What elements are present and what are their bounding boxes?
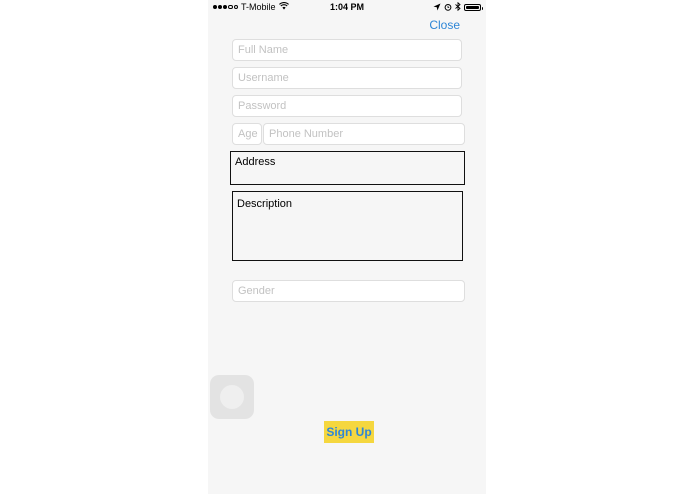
status-bar: T-Mobile 1:04 PM [208,0,486,14]
bluetooth-icon [455,1,461,13]
username-placeholder: Username [238,72,289,84]
address-label: Address [235,156,276,168]
address-field[interactable]: Address [230,151,465,185]
gender-placeholder: Gender [238,285,275,297]
status-right [433,1,483,13]
username-input[interactable]: Username [232,67,462,89]
description-label: Description [237,198,293,210]
close-button[interactable]: Close [429,18,460,32]
description-field[interactable]: Description [232,191,463,261]
gender-input[interactable]: Gender [232,280,465,302]
assistive-touch-icon[interactable] [210,375,254,419]
phone-number-placeholder: Phone Number [269,128,343,140]
full-name-placeholder: Full Name [238,44,289,56]
full-name-input[interactable]: Full Name [232,39,462,61]
sign-up-button[interactable]: Sign Up [324,421,374,443]
assistive-touch-knob [220,385,244,409]
password-input[interactable]: Password [232,95,462,117]
password-placeholder: Password [238,100,287,112]
location-icon [433,3,441,13]
alarm-icon [444,3,452,13]
age-input[interactable]: Age [232,123,262,145]
battery-icon [464,4,483,11]
phone-screen: T-Mobile 1:04 PM Close Full Name Usernam… [208,0,486,494]
age-placeholder: Age [238,128,258,140]
phone-number-input[interactable]: Phone Number [263,123,465,145]
